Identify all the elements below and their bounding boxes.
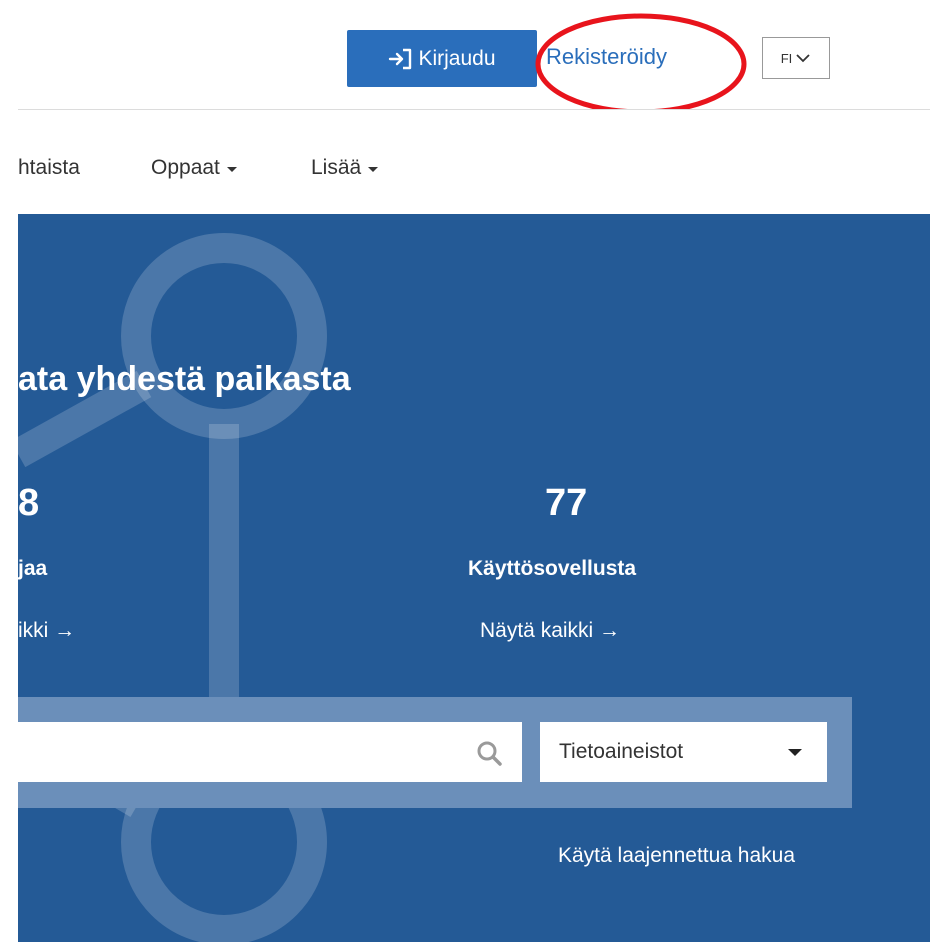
caret-down-icon xyxy=(788,749,802,756)
search-type-select[interactable]: Tietoaineistot xyxy=(540,722,827,782)
nav-item-news[interactable]: htaista xyxy=(18,156,80,180)
chevron-down-icon xyxy=(796,54,810,63)
search-bar: Tietoaineistot xyxy=(18,697,852,808)
nav-item-label: htaista xyxy=(18,156,80,179)
nav-item-label: Lisää xyxy=(311,156,362,179)
annotation-circle xyxy=(535,13,747,115)
login-label: Kirjaudu xyxy=(418,46,496,70)
stat-show-all-link[interactable]: ikki → xyxy=(18,619,75,643)
search-type-value: Tietoaineistot xyxy=(559,740,684,763)
caret-down-icon xyxy=(368,167,379,172)
login-button[interactable]: Kirjaudu xyxy=(347,30,537,87)
search-icon[interactable] xyxy=(476,740,502,766)
language-label: FI xyxy=(780,50,793,66)
hero-section: ata yhdestä paikasta 8 jaa ikki → 77 Käy… xyxy=(18,214,930,942)
main-nav: htaista Oppaat Lisää xyxy=(0,110,930,214)
stat-number: 77 xyxy=(545,482,588,524)
stat-label: jaa xyxy=(18,557,48,580)
login-icon xyxy=(389,48,412,69)
hero-title: ata yhdestä paikasta xyxy=(18,360,351,398)
nav-item-guides[interactable]: Oppaat xyxy=(151,156,237,180)
stat-label: Käyttösovellusta xyxy=(468,557,637,580)
advanced-search-link[interactable]: Käytä laajennettua hakua xyxy=(558,844,795,868)
caret-down-icon xyxy=(226,167,237,172)
search-input[interactable] xyxy=(18,722,522,782)
nav-item-more[interactable]: Lisää xyxy=(311,156,379,180)
nav-item-label: Oppaat xyxy=(151,156,220,179)
language-selector[interactable]: FI xyxy=(762,37,830,79)
stat-show-all-link[interactable]: Näytä kaikki → xyxy=(480,619,620,643)
stat-number: 8 xyxy=(18,482,40,524)
top-bar: Kirjaudu Rekisteröidy FI xyxy=(0,0,930,115)
